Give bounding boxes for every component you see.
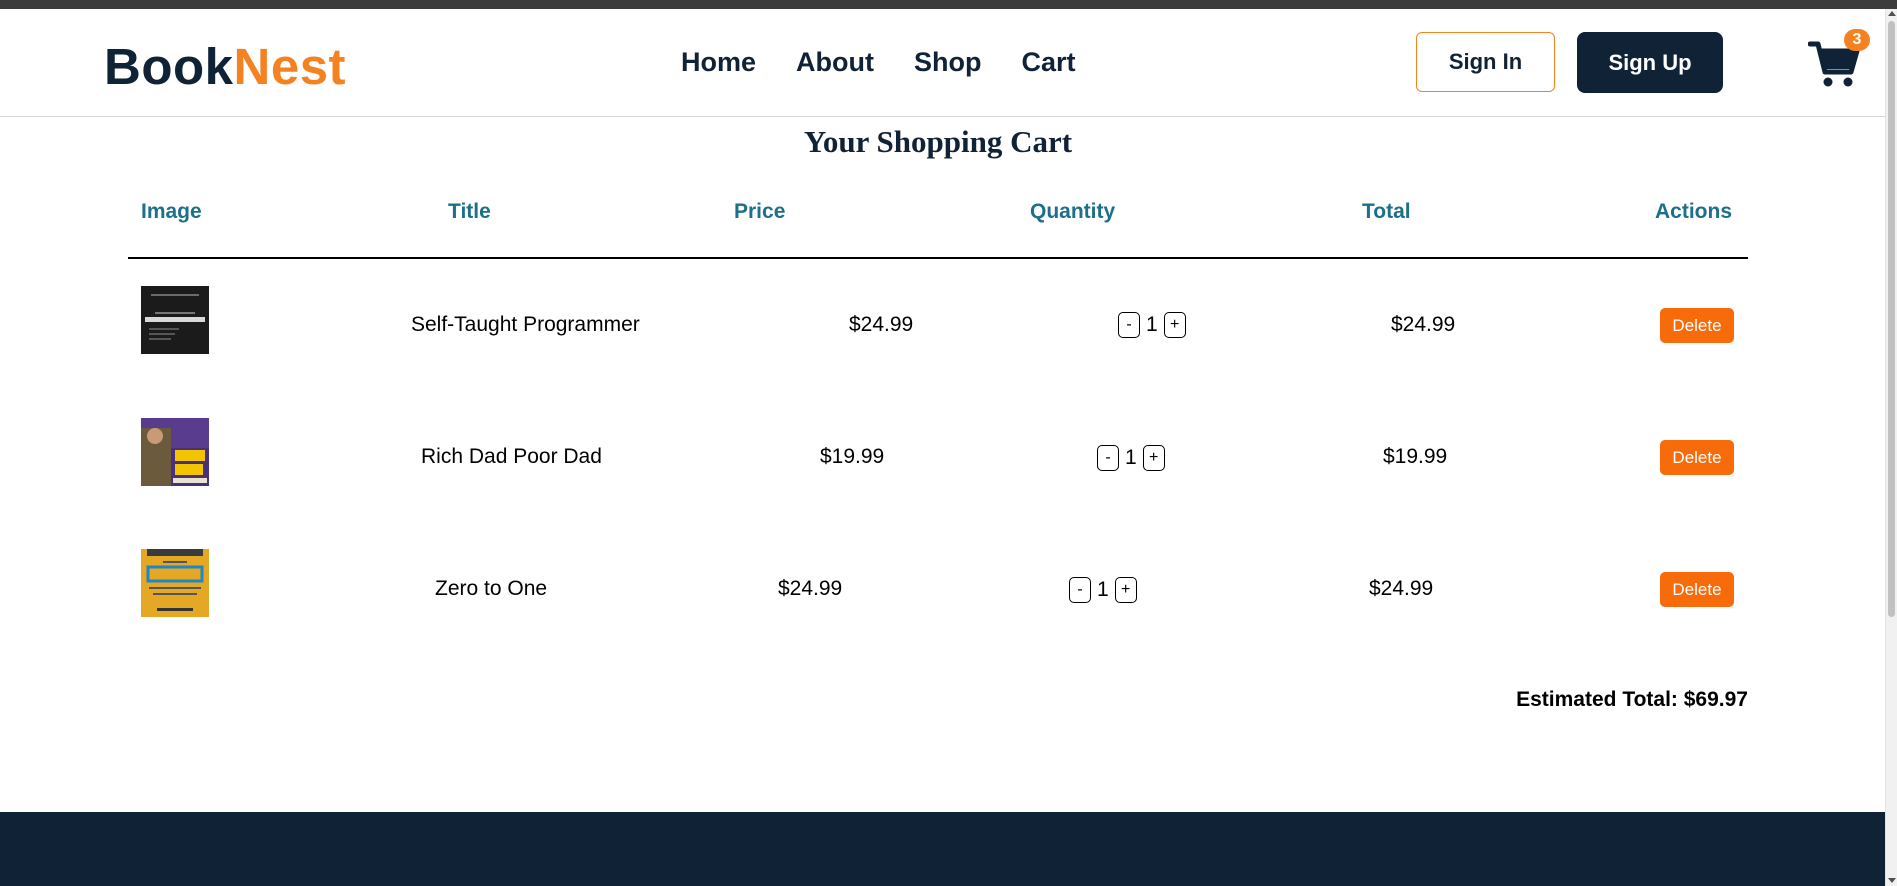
book-cover-rich-dad-poor-dad [141,418,209,486]
quantity-value: 1 [1097,578,1109,601]
site-header: BookNest Home About Shop Cart Sign In Si… [0,9,1885,117]
book-cover-zero-to-one [141,549,209,617]
cart-count-badge: 3 [1844,29,1870,51]
book-cover-self-taught-programmer [141,286,209,354]
brand-logo-part2: Nest [233,38,347,95]
delete-button[interactable]: Delete [1660,308,1734,343]
increase-quantity-button[interactable]: + [1142,445,1165,471]
column-header-actions: Actions [1655,200,1733,223]
decrease-quantity-button[interactable]: - [1069,577,1091,603]
delete-button[interactable]: Delete [1660,440,1734,475]
scroll-up-arrow-icon[interactable] [1888,11,1896,16]
scroll-down-arrow-icon[interactable] [1888,878,1896,883]
brand-logo[interactable]: BookNest [104,37,346,96]
row-total: $24.99 [1369,577,1434,600]
decrease-quantity-button[interactable]: - [1097,445,1119,471]
nav-cart[interactable]: Cart [1021,47,1075,78]
sign-up-button[interactable]: Sign Up [1577,32,1723,93]
row-price: $19.99 [820,445,885,468]
row-price: $24.99 [778,577,843,600]
row-title: Self-Taught Programmer [411,313,640,336]
main-nav: Home About Shop Cart [681,47,1076,78]
brand-logo-part1: Book [104,38,234,95]
quantity-value: 1 [1125,446,1137,469]
column-header-total: Total [1362,200,1411,223]
page-scrollbar[interactable] [1885,9,1897,886]
quantity-stepper: - 1 + [1118,312,1186,338]
delete-button[interactable]: Delete [1660,572,1734,607]
quantity-value: 1 [1146,313,1158,336]
column-header-quantity: Quantity [1030,200,1116,223]
row-price: $24.99 [849,313,914,336]
row-title: Zero to One [435,577,548,600]
increase-quantity-button[interactable]: + [1163,312,1186,338]
column-header-image: Image [141,200,202,223]
row-total: $19.99 [1383,445,1448,468]
sign-in-button[interactable]: Sign In [1416,32,1555,92]
quantity-stepper: - 1 + [1069,577,1137,603]
nav-shop[interactable]: Shop [914,47,982,78]
browser-top-bar [0,0,1897,9]
estimated-total: Estimated Total: $69.97 [1516,688,1748,711]
column-header-price: Price [734,200,786,223]
scrollbar-thumb[interactable] [1888,21,1895,617]
site-footer [0,812,1885,886]
nav-home[interactable]: Home [681,47,756,78]
table-header-divider [128,257,1748,259]
quantity-stepper: - 1 + [1097,445,1165,471]
row-total: $24.99 [1391,313,1456,336]
increase-quantity-button[interactable]: + [1114,577,1137,603]
row-title: Rich Dad Poor Dad [421,445,602,468]
column-header-title: Title [448,200,491,223]
nav-about[interactable]: About [796,47,874,78]
page-title: Your Shopping Cart [803,124,1073,159]
decrease-quantity-button[interactable]: - [1118,312,1140,338]
